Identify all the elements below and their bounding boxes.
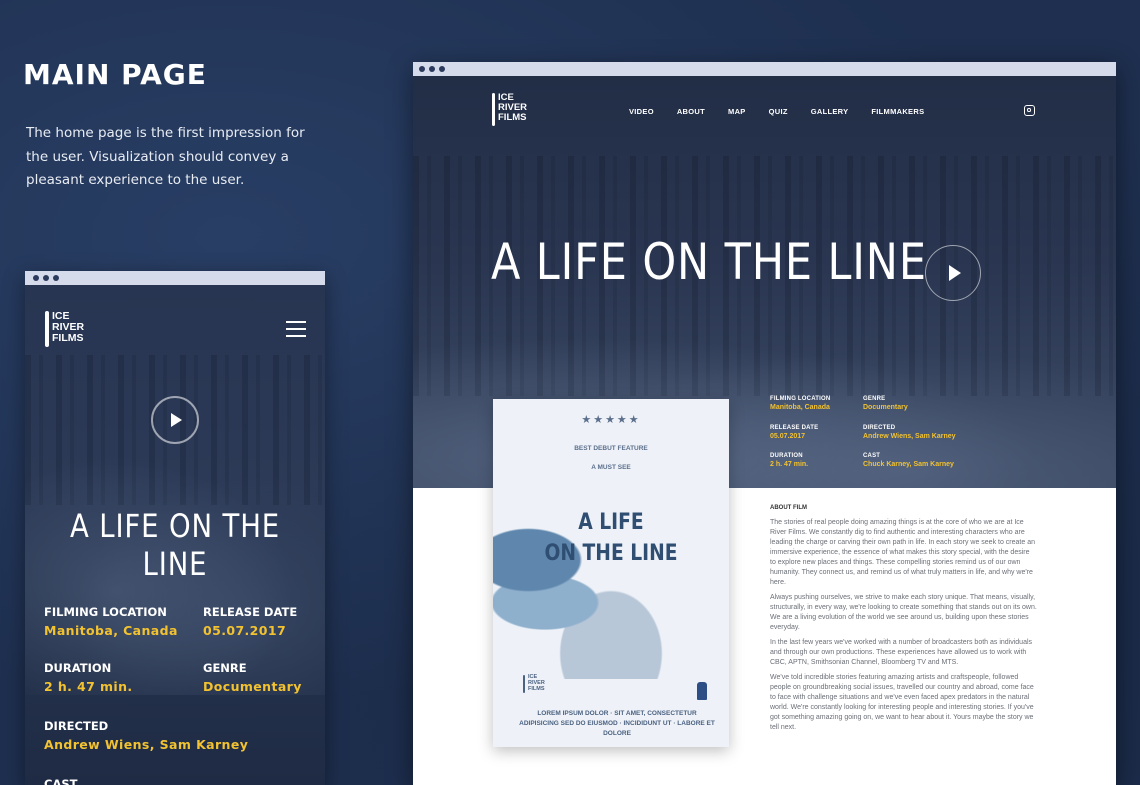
about-paragraph: We've told incredible stories featuring … (770, 674, 1034, 731)
info-filming-location: FILMING LOCATION Manitoba, Canada (770, 396, 831, 411)
info-genre: GENRE Documentary (863, 396, 908, 411)
info-release-date: RELEASE DATE 05.07.2017 (770, 425, 819, 440)
nav-item-quiz[interactable]: QUIZ (769, 107, 788, 116)
info-genre: GENRE Documentary (203, 661, 302, 694)
window-dot-icon (53, 275, 59, 281)
desktop-mockup: ICE RIVER FILMS VIDEO ABOUT MAP QUIZ GAL… (413, 62, 1116, 785)
info-duration: DURATION 2 h. 47 min. (44, 661, 133, 694)
poster-award-2: A MUST SEE (591, 464, 631, 471)
about-paragraph: Always pushing ourselves, we strive to m… (770, 594, 1037, 631)
logo-mark-icon (523, 675, 525, 693)
logo-mark-icon (492, 93, 495, 126)
logo-text: ICE RIVER FILMS (528, 674, 545, 692)
info-directed: DIRECTED Andrew Wiens, Sam Karney (863, 425, 956, 440)
main-nav: VIDEO ABOUT MAP QUIZ GALLERY FILMMAKERS (629, 107, 947, 116)
film-poster[interactable]: ★★★★★ BEST DEBUT FEATURE A MUST SEE A LI… (493, 399, 729, 747)
about-film-section: ABOUT FILM The stories of real people do… (770, 505, 1037, 738)
poster-title: A LIFE ON THE LINE (544, 510, 678, 566)
play-button[interactable] (925, 245, 981, 301)
info-release-date: RELEASE DATE 05.07.2017 (203, 605, 298, 638)
nav-item-filmmakers[interactable]: FILMMAKERS (871, 107, 924, 116)
poster-award-1: BEST DEBUT FEATURE (574, 445, 648, 452)
about-film-label: ABOUT FILM (770, 505, 807, 511)
poster-credits: LOREM IPSUM DOLOR · SIT AMET, CONSECTETU… (519, 710, 715, 737)
mobile-logo[interactable]: ICE RIVER FILMS (45, 310, 85, 347)
about-paragraph: In the last few years we've worked with … (770, 639, 1033, 666)
info-cast: CAST Chuck Karney, Sam Karney (863, 453, 954, 468)
mobile-browser-bar (25, 271, 325, 285)
desktop-browser-bar (413, 62, 1116, 76)
play-button[interactable] (151, 396, 199, 444)
hamburger-menu-icon[interactable] (286, 321, 306, 337)
presentation-title: MAIN PAGE (23, 58, 207, 91)
logo-text: ICE RIVER FILMS (52, 310, 85, 345)
window-dot-icon (439, 66, 445, 72)
window-dot-icon (429, 66, 435, 72)
about-paragraph: The stories of real people doing amazing… (770, 519, 1035, 586)
instagram-icon[interactable] (1024, 105, 1035, 116)
logo-mark-icon (45, 311, 49, 347)
mobile-screen: ICE RIVER FILMS A LIFE ON THE LINE FILMI… (25, 285, 325, 785)
nav-item-gallery[interactable]: GALLERY (811, 107, 849, 116)
film-title: A LIFE ON THE LINE (69, 507, 281, 583)
nav-item-about[interactable]: ABOUT (677, 107, 705, 116)
hiker-figure-icon (697, 682, 707, 700)
mobile-mockup: ICE RIVER FILMS A LIFE ON THE LINE FILMI… (25, 271, 325, 785)
info-filming-location: FILMING LOCATION Manitoba, Canada (44, 605, 178, 638)
logo-text: ICE RIVER FILMS (498, 92, 528, 123)
window-dot-icon (33, 275, 39, 281)
info-cast: CAST Chuck Karney, Sam Karney (44, 777, 78, 785)
poster-logo: ICE RIVER FILMS (523, 674, 545, 693)
window-dot-icon (419, 66, 425, 72)
desktop-logo[interactable]: ICE RIVER FILMS (492, 93, 527, 126)
presentation-description: The home page is the first impression fo… (26, 125, 305, 188)
nav-item-video[interactable]: VIDEO (629, 107, 654, 116)
nav-item-map[interactable]: MAP (728, 107, 746, 116)
info-duration: DURATION 2 h. 47 min. (770, 453, 809, 468)
film-title: A LIFE ON THE LINE (491, 233, 927, 291)
info-directed: DIRECTED Andrew Wiens, Sam Karney (44, 719, 249, 752)
window-dot-icon (43, 275, 49, 281)
rating-stars-icon: ★★★★★ (581, 414, 641, 426)
